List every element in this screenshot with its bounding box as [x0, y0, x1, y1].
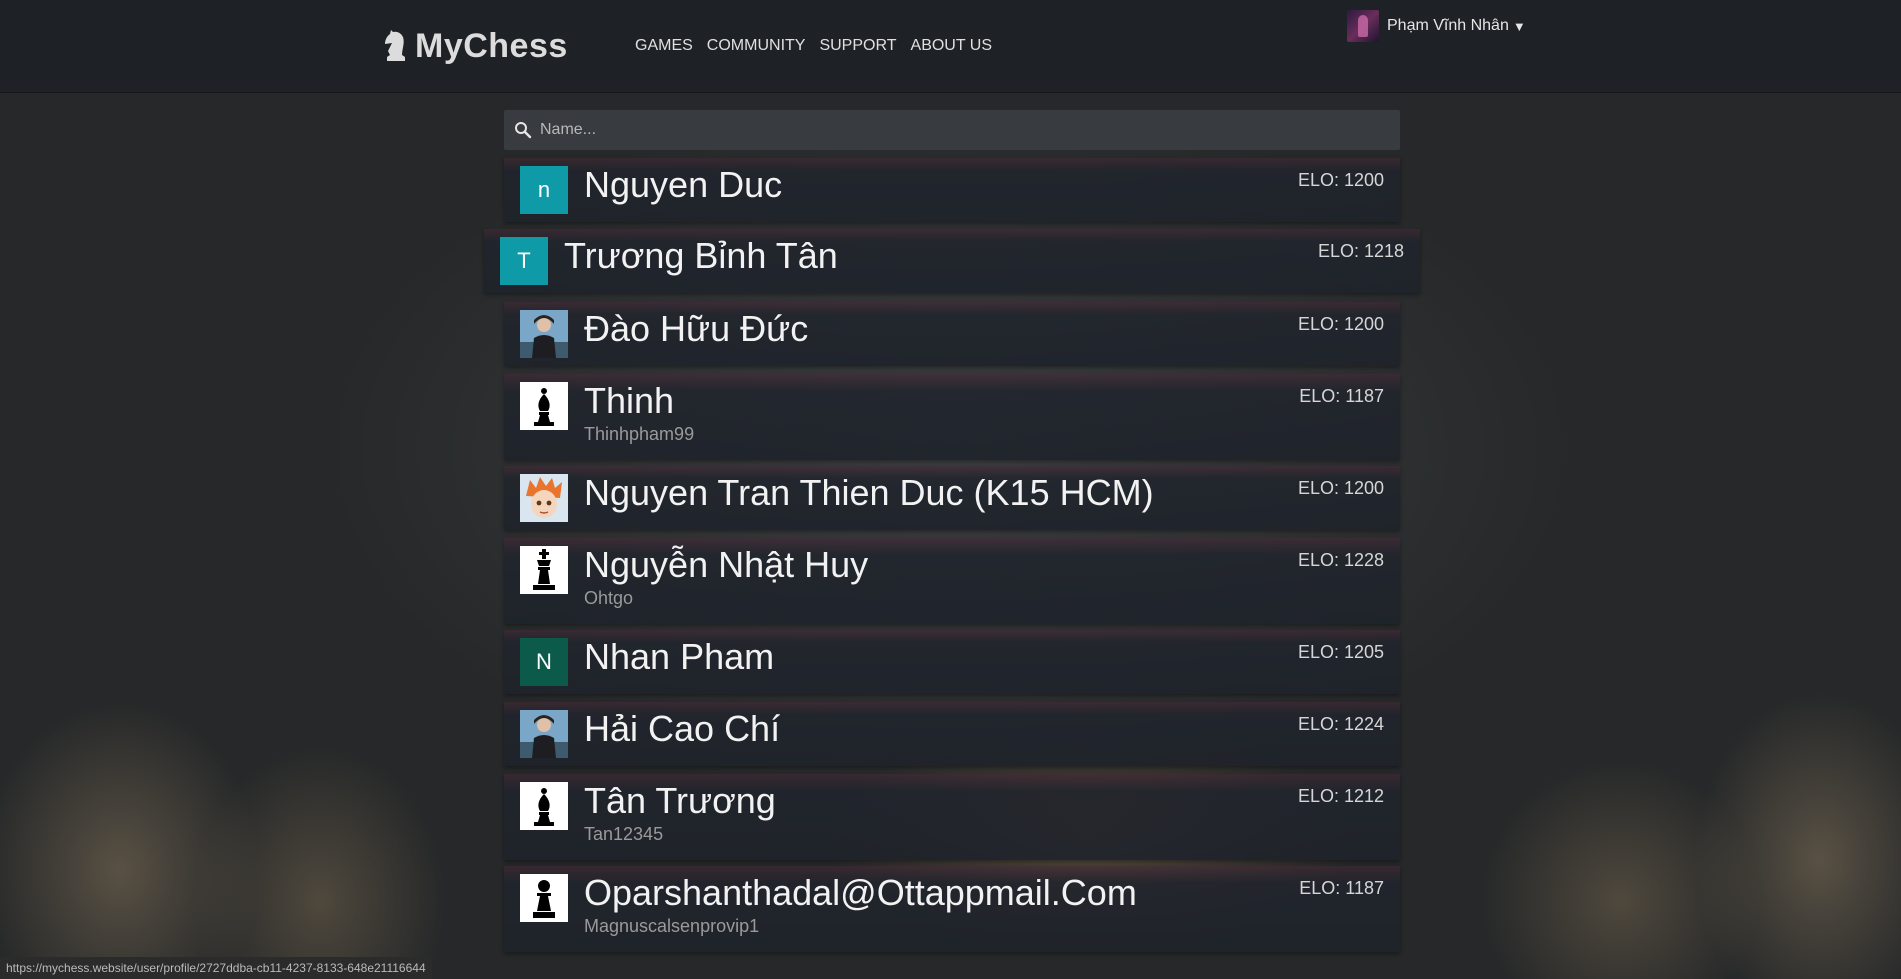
player-elo: ELO: 1187 — [1299, 878, 1384, 898]
player-name: Nhan Pham — [584, 636, 775, 677]
top-navbar: MyChess GAMES COMMUNITY SUPPORT ABOUT US… — [0, 0, 1901, 93]
nav-about-us[interactable]: ABOUT US — [911, 37, 993, 55]
search-bar — [504, 110, 1400, 150]
player-avatar: n — [520, 166, 568, 214]
player-row[interactable]: Nguyen Tran Thien Duc (K15 HCM) ELO: 1200 — [504, 466, 1400, 530]
player-avatar — [520, 310, 568, 358]
player-username: Magnuscalsenprovip1 — [584, 916, 760, 936]
player-name: Thinh — [584, 380, 675, 421]
player-name: Tân Trương — [584, 780, 776, 821]
player-avatar — [520, 782, 568, 830]
player-row[interactable]: Oparshanthadal@Ottappmail.Com Magnuscalse… — [504, 866, 1400, 952]
nav-community[interactable]: COMMUNITY — [707, 37, 806, 55]
main-nav: GAMES COMMUNITY SUPPORT ABOUT US — [635, 37, 992, 55]
player-elo: ELO: 1228 — [1297, 550, 1384, 570]
caret-down-icon: ▼ — [1512, 18, 1526, 34]
logo[interactable]: MyChess — [383, 26, 568, 66]
player-avatar — [520, 874, 568, 922]
player-elo: ELO: 1218 — [1317, 241, 1404, 261]
nav-games[interactable]: GAMES — [635, 37, 693, 55]
search-icon — [512, 119, 534, 141]
player-avatar — [520, 382, 568, 430]
player-name: Trương Bỉnh Tân — [564, 235, 838, 276]
app-title: MyChess — [415, 26, 568, 65]
player-row[interactable]: Thinh Thinhpham99 ELO: 1187 — [504, 374, 1400, 460]
status-bar-url: https://mychess.website/user/profile/272… — [0, 957, 432, 979]
player-row[interactable]: Đào Hữu Đức ELO: 1200 — [504, 302, 1400, 366]
user-name: Phạm Vĩnh Nhân — [1387, 17, 1509, 34]
player-elo: ELO: 1200 — [1297, 170, 1384, 190]
user-avatar — [1347, 10, 1379, 42]
player-name: Nguyen Tran Thien Duc (K15 HCM) — [584, 472, 1154, 513]
player-row[interactable]: Tân Trương Tan12345 ELO: 1212 — [504, 774, 1400, 860]
player-name: Hải Cao Chí — [584, 708, 781, 749]
player-name: Nguyen Duc — [584, 164, 783, 205]
player-username: Ohtgo — [584, 588, 634, 608]
player-avatar — [520, 710, 568, 758]
player-username: Tan12345 — [584, 824, 664, 844]
player-name: Đào Hữu Đức — [584, 308, 809, 349]
player-row[interactable]: N Nhan Pham ELO: 1205 — [504, 630, 1400, 694]
player-username: Thinhpham99 — [584, 424, 695, 444]
player-avatar: N — [520, 638, 568, 686]
player-name: Nguyễn Nhật Huy — [584, 544, 869, 585]
player-elo: ELO: 1212 — [1297, 786, 1384, 806]
player-row[interactable]: n Nguyen Duc ELO: 1200 — [504, 158, 1400, 222]
search-input[interactable] — [540, 121, 1380, 139]
knight-logo-icon — [383, 29, 409, 63]
user-menu[interactable]: Phạm Vĩnh Nhân ▼ — [1347, 10, 1526, 42]
player-avatar — [520, 474, 568, 522]
player-elo: ELO: 1200 — [1297, 478, 1384, 498]
player-elo: ELO: 1187 — [1299, 386, 1384, 406]
player-avatar — [520, 546, 568, 594]
player-name: Oparshanthadal@Ottappmail.Com — [584, 872, 1137, 913]
player-row[interactable]: Hải Cao Chí ELO: 1224 — [504, 702, 1400, 766]
player-row[interactable]: Nguyễn Nhật Huy Ohtgo ELO: 1228 — [504, 538, 1400, 624]
player-avatar: T — [500, 237, 548, 285]
player-elo: ELO: 1205 — [1297, 642, 1384, 662]
player-elo: ELO: 1224 — [1297, 714, 1384, 734]
nav-support[interactable]: SUPPORT — [819, 37, 896, 55]
player-elo: ELO: 1200 — [1297, 314, 1384, 334]
player-row[interactable]: T Trương Bỉnh Tân ELO: 1218 — [484, 229, 1420, 293]
